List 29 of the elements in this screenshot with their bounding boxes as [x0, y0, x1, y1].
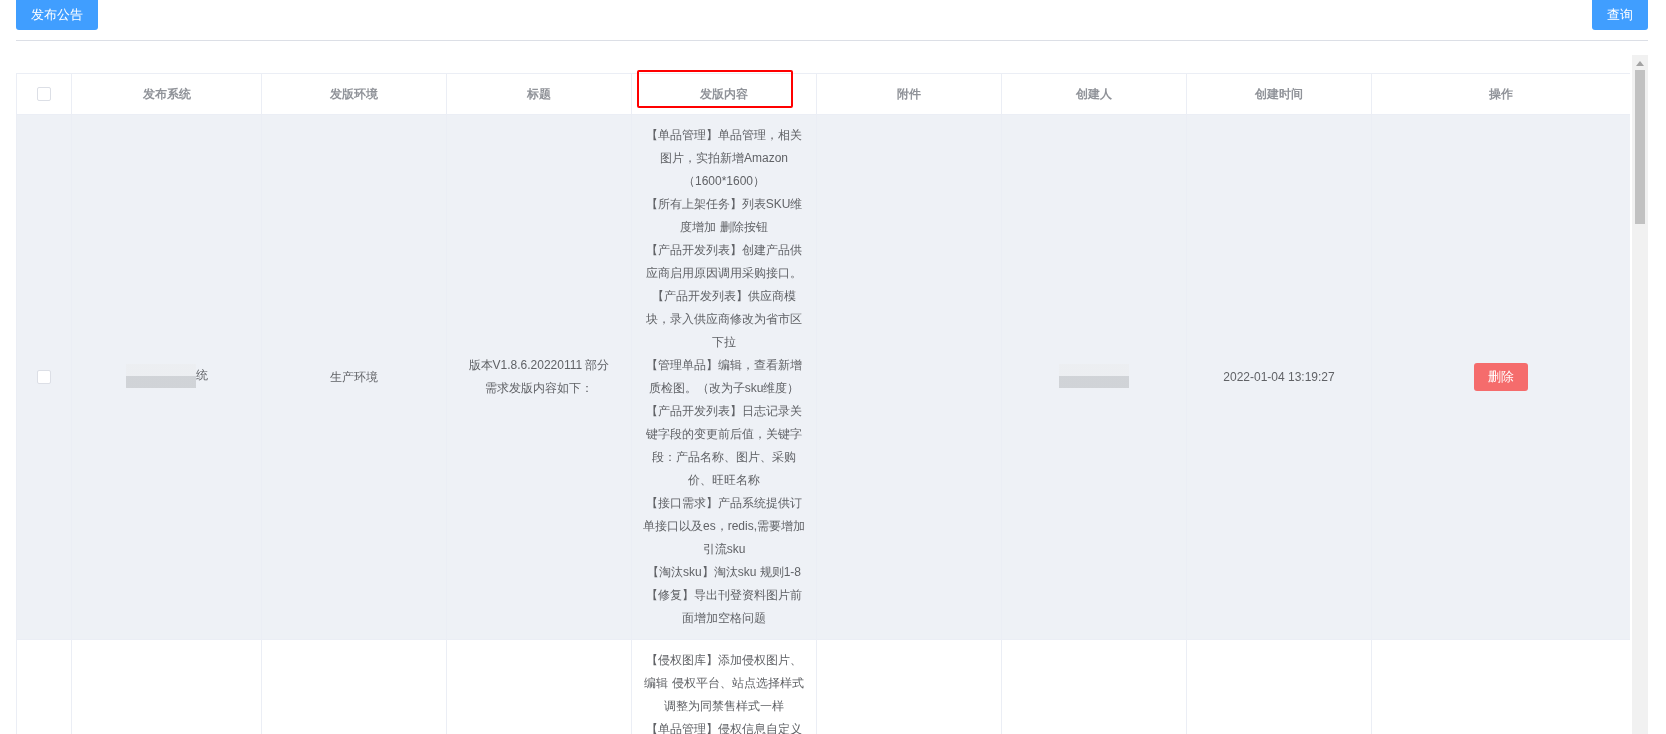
column-header: 创建时间: [1255, 86, 1303, 101]
column-header: 附件: [897, 86, 921, 101]
column-header: 标题: [527, 86, 551, 101]
release-note: 【淘汰sku】淘汰sku 规则1-8: [646, 564, 802, 581]
column-header: 发版环境: [330, 86, 378, 101]
environment-text: 生产环境: [330, 369, 378, 384]
release-note: 【单品管理】单品管理，相关图片，实拍新增Amazon（1600*1600）: [645, 127, 803, 190]
column-header: 操作: [1489, 86, 1513, 101]
row-checkbox[interactable]: [37, 370, 51, 385]
release-note: 【所有上架任务】列表SKU维度增加 删除按钮: [644, 196, 804, 236]
column-header: 创建人: [1076, 86, 1112, 101]
query-button[interactable]: 查询: [1592, 0, 1648, 30]
publish-notice-button[interactable]: 发布公告: [16, 0, 98, 30]
column-header: 发布系统: [142, 86, 191, 101]
release-note: 【接口需求】产品系统提供订单接口以及es，redis,需要增加引流sku: [642, 495, 806, 558]
column-header: 发版内容: [700, 86, 748, 101]
title-text: 版本V1.8.6.20220111 部分需求发版内容如下：: [467, 357, 611, 397]
release-note: 【修复】导出刊登资料图片前面增加空格问题: [645, 587, 803, 627]
created-time: 2022-01-04 13:19:27: [1223, 370, 1335, 384]
release-note: 【产品开发列表】创建产品供应商启用原因调用采购接口。: [645, 242, 803, 282]
scrollbar[interactable]: [1632, 55, 1648, 734]
release-note: 【产品开发列表】供应商模块，录入供应商修改为省市区下拉: [645, 288, 803, 351]
system-name: 统: [195, 367, 208, 384]
scrollbar-thumb[interactable]: [1635, 70, 1645, 224]
delete-button[interactable]: 删除: [1474, 363, 1528, 391]
release-note: 【管理单品】编辑，查看新增质检图。（改为子sku维度）: [645, 357, 803, 397]
release-note: 【侵权图库】添加侵权图片、编辑 侵权平台、站点选择样式调整为同禁售样式一样: [643, 652, 805, 715]
select-all-checkbox[interactable]: [37, 87, 51, 102]
release-note: 【产品开发列表】日志记录关键字段的变更前后值，关键字段：产品名称、图片、采购价、旺旺名称: [645, 403, 803, 489]
